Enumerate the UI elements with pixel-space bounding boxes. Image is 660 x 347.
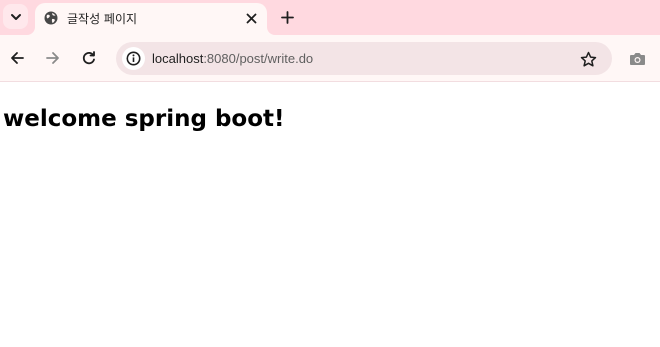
reload-icon (82, 51, 95, 65)
new-tab-button[interactable] (277, 7, 297, 27)
tab-strip: 글작성 페이지 (0, 0, 660, 35)
reload-button[interactable] (78, 47, 100, 69)
url-host: localhost (152, 51, 204, 66)
tab-close-button[interactable] (243, 10, 259, 26)
close-icon (246, 13, 256, 23)
chevron-down-icon (10, 13, 21, 20)
plus-icon (280, 10, 294, 24)
back-button[interactable] (6, 47, 28, 69)
forward-button[interactable] (42, 47, 64, 69)
site-info-button[interactable] (122, 47, 145, 70)
page-content: welcome spring boot! (0, 83, 660, 347)
address-bar[interactable]: localhost:8080/post/write.do (116, 42, 612, 75)
camera-icon (629, 53, 645, 65)
tab-active[interactable]: 글작성 페이지 (35, 3, 267, 35)
page-heading: welcome spring boot! (3, 106, 285, 132)
info-icon (126, 51, 141, 66)
bookmark-button[interactable] (578, 49, 598, 69)
toolbar: localhost:8080/post/write.do (0, 35, 660, 82)
screenshot-button[interactable] (627, 50, 647, 68)
globe-icon (44, 11, 58, 25)
tab-search-button[interactable] (3, 4, 28, 29)
tab-title: 글작성 페이지 (67, 12, 138, 26)
arrow-right-icon (46, 52, 59, 64)
star-icon (580, 51, 596, 67)
arrow-left-icon (11, 52, 24, 64)
url-path: :8080/post/write.do (203, 51, 314, 66)
browser-window: 글작성 페이지 localhost:8080/post/write.do wel… (0, 0, 660, 347)
url-text[interactable]: localhost:8080/post/write.do (152, 51, 313, 66)
